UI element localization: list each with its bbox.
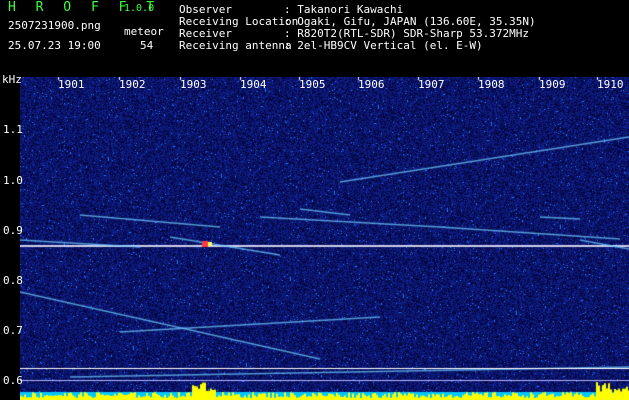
app-version: 1.0.0	[124, 3, 155, 14]
x-tick-1903: 1903	[180, 78, 207, 91]
meteor-label: meteor	[124, 25, 164, 38]
x-tick-1902: 1902	[119, 78, 146, 91]
meteor-count: 54	[140, 39, 154, 52]
y-tick-1-1: 1.1	[3, 123, 23, 136]
spectrogram-canvas	[20, 77, 629, 400]
x-tick-1910: 1910	[597, 78, 624, 91]
y-axis-unit: kHz	[2, 73, 22, 86]
x-tick-1906: 1906	[358, 78, 385, 91]
y-tick-0-6: 0.6	[3, 374, 23, 387]
x-tick-1905: 1905	[299, 78, 326, 91]
x-tick-1907: 1907	[418, 78, 445, 91]
x-tick-1909: 1909	[539, 78, 566, 91]
y-tick-0-8: 0.8	[3, 274, 23, 287]
file-timestamp: 25.07.23 19:00	[8, 39, 101, 52]
file-name: 2507231900.png	[8, 19, 101, 32]
x-tick-1908: 1908	[478, 78, 505, 91]
x-tick-1904: 1904	[240, 78, 267, 91]
y-tick-0-9: 0.9	[3, 224, 23, 237]
antenna-value: : 2el-HB9CV Vertical (el. E-W)	[284, 39, 483, 52]
y-tick-0-7: 0.7	[3, 324, 23, 337]
antenna-label: Receiving antenna	[179, 39, 292, 52]
y-tick-1-0: 1.0	[3, 174, 23, 187]
x-tick-1901: 1901	[58, 78, 85, 91]
